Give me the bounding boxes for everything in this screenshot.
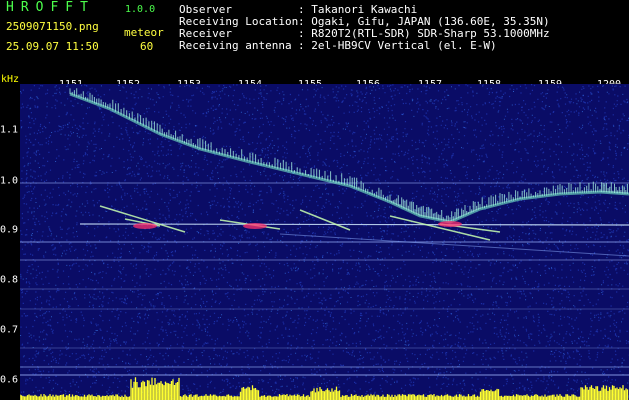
count-value: 60 <box>140 40 154 53</box>
info-value: : 2el-HB9CV Vertical (el. E-W) <box>298 39 497 52</box>
meteor-ping-hot <box>438 221 462 227</box>
y-tick-label: 0.7 <box>0 324 19 336</box>
spectrogram-svg <box>20 84 629 400</box>
app-title: HROFFT <box>6 0 95 15</box>
meteor-ping-hot <box>133 223 157 229</box>
y-tick-label: 0.8 <box>0 274 19 286</box>
y-tick-label: 0.9 <box>0 224 19 236</box>
freq-unit-label: kHz <box>1 74 20 85</box>
y-tick-label: 0.6 <box>0 374 19 386</box>
header-panel: HROFFT 1.0.0 2509071150.png meteor 25.09… <box>0 0 629 72</box>
app-version: 1.0.0 <box>125 4 156 15</box>
info-row-antenna: Receiving antenna : 2el-HB9CV Vertical (e… <box>179 40 497 52</box>
file-name: 2509071150.png <box>6 20 99 33</box>
spectrogram-plot <box>20 84 629 400</box>
y-tick-label: 1.0 <box>0 175 19 187</box>
y-tick-label: 1.1 <box>0 124 19 136</box>
mode-label: meteor <box>124 26 164 39</box>
meteor-ping-hot <box>243 223 267 229</box>
info-label: Receiving antenna <box>179 39 292 52</box>
date-time: 25.09.07 11:50 <box>6 40 99 53</box>
